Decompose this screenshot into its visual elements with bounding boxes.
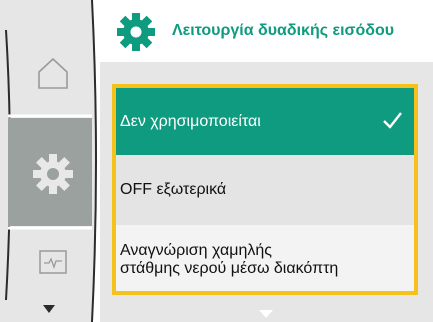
menu-item-label: OFF εξωτερικά [120,181,227,198]
selection-frame: Δεν χρησιμοποιείται OFF εξωτερικά Αναγνώ… [112,84,418,295]
monitor-icon [39,250,67,274]
gear-icon [117,13,155,51]
rail-item-settings[interactable] [8,120,98,228]
menu-item-low-water-switch[interactable]: Αναγνώριση χαμηλής στάθμης νερού μέσω δι… [116,225,414,291]
chevron-down-icon[interactable] [259,310,273,318]
menu-item-label: Αναγνώριση χαμηλής στάθμης νερού μέσω δι… [120,242,339,277]
rail-item-monitor[interactable] [8,232,98,292]
rail-item-home[interactable] [8,30,98,116]
page-title: Λειτουργία δυαδικής εισόδου [172,22,395,39]
home-icon [38,57,68,89]
menu-item-off-external[interactable]: OFF εξωτερικά [116,155,414,225]
settings-gear-icon [33,154,73,194]
side-navigation-rail [0,0,100,322]
check-icon [383,112,402,129]
menu-panel: Δεν χρησιμοποιείται OFF εξωτερικά Αναγνώ… [100,62,433,322]
screen-header: Λειτουργία δυαδικής εισόδου [100,0,433,62]
chevron-down-icon[interactable] [43,305,55,313]
menu-item-label: Δεν χρησιμοποιείται [120,112,261,130]
menu-item-not-used[interactable]: Δεν χρησιμοποιείται [116,88,414,155]
